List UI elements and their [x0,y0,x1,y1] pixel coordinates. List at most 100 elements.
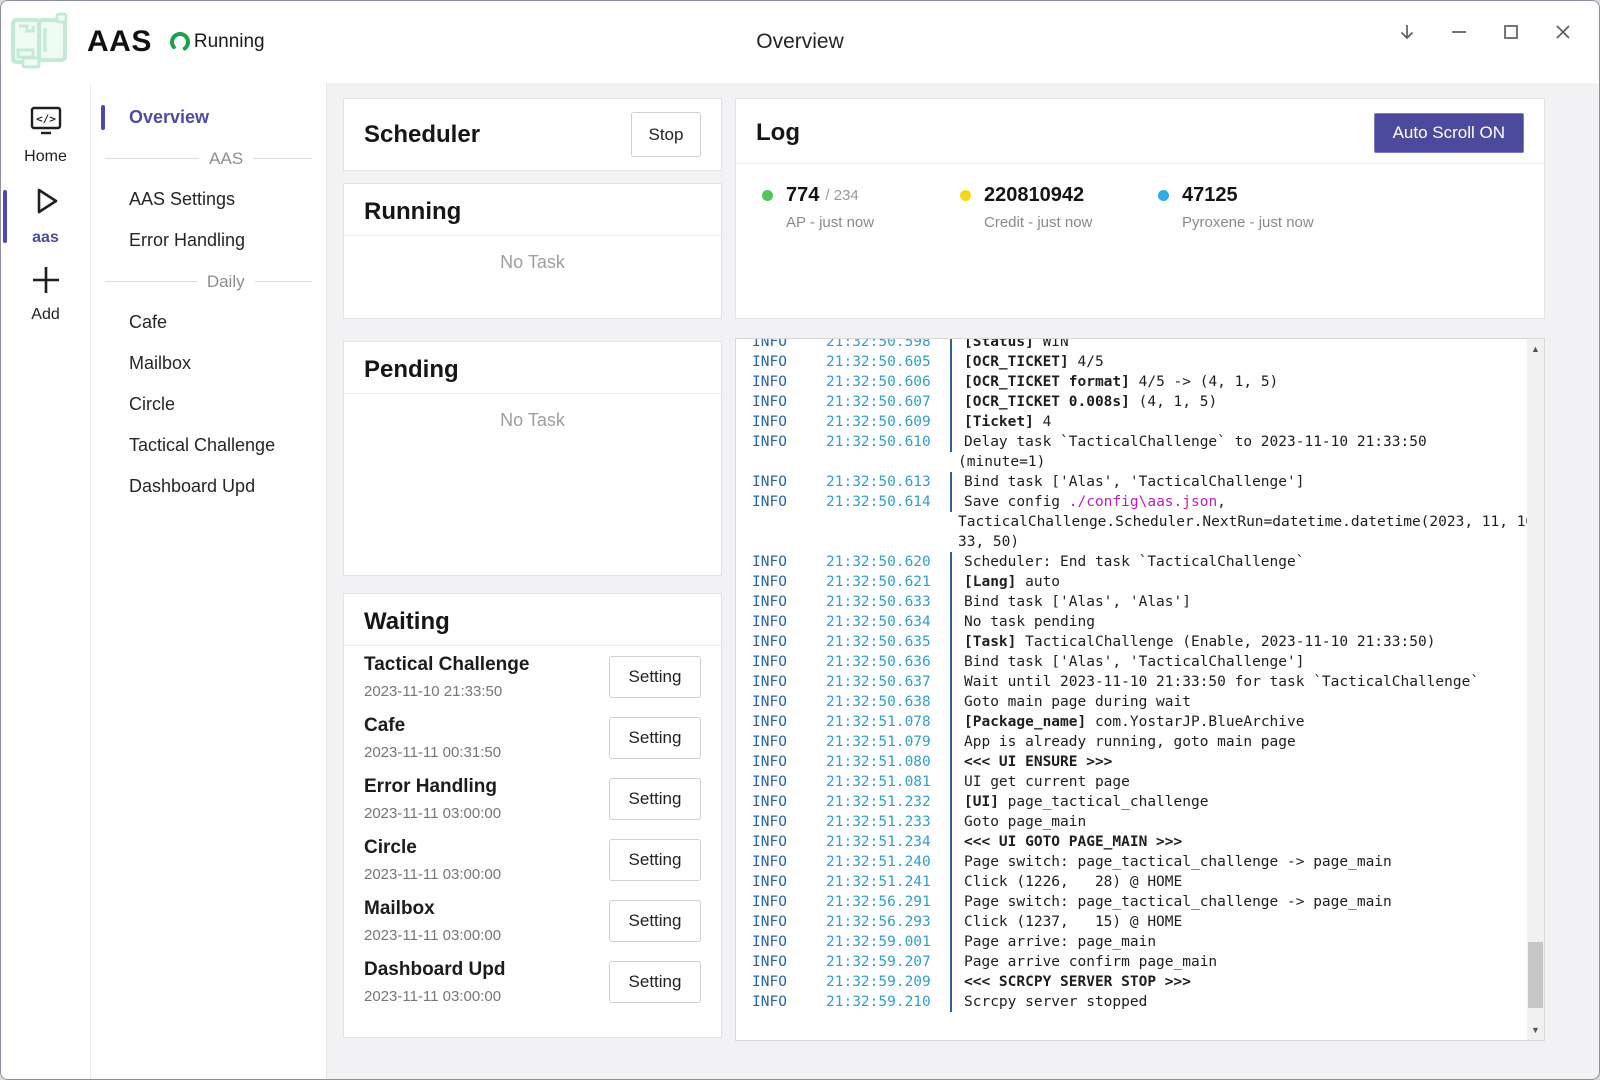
setting-button[interactable]: Setting [609,900,701,942]
subnav-section-label: AAS [209,149,243,169]
setting-button[interactable]: Setting [609,961,701,1003]
download-icon[interactable] [1381,9,1433,55]
icon-rail: </> Home aas Add [1,83,90,1079]
log-line: INFO21:32:50.637Wait until 2023-11-10 21… [744,672,1544,692]
log-level: INFO [744,912,826,932]
rail-item-home[interactable]: </> Home [1,97,90,176]
log-line: INFO21:32:50.620Scheduler: End task `Tac… [744,552,1544,572]
log-message: UI get current page [964,772,1130,792]
scrollbar-thumb[interactable] [1528,942,1543,1008]
log-message: Click (1226, 28) @ HOME [964,872,1182,892]
subnav-item-aas-settings[interactable]: AAS Settings [91,179,326,220]
running-card: Running No Task [343,183,722,319]
minimize-icon[interactable] [1433,9,1485,55]
log-message: <<< SCRCPY SERVER STOP >>> [964,972,1191,992]
auto-scroll-button[interactable]: Auto Scroll ON [1374,113,1524,153]
log-line: INFO21:32:51.233Goto page_main [744,812,1544,832]
scroll-up-icon[interactable]: ▲ [1527,341,1544,357]
log-timestamp: 21:32:51.232 [826,792,950,812]
waiting-task-list: Tactical Challenge2023-11-10 21:33:50Set… [344,646,721,1012]
setting-button[interactable]: Setting [609,778,701,820]
waiting-title: Waiting [364,608,450,635]
close-icon[interactable] [1537,9,1589,55]
log-line: INFO21:32:50.607[OCR_TICKET 0.008s] (4, … [744,392,1544,412]
setting-button[interactable]: Setting [609,839,701,881]
log-line: INFO21:32:50.598[Status] WIN [744,338,1544,352]
waiting-task-row: Dashboard Upd2023-11-11 03:00:00Setting [344,951,721,1012]
waiting-task-name: Circle [364,837,609,859]
subnav-item-tactical-challenge[interactable]: Tactical Challenge [91,425,326,466]
subnav-item-mailbox[interactable]: Mailbox [91,343,326,384]
log-separator [950,792,952,812]
log-line: INFO21:32:50.634No task pending [744,612,1544,632]
log-level: INFO [744,932,826,952]
log-separator [950,972,952,992]
log-separator [950,412,952,432]
rail-item-add[interactable]: Add [1,257,90,334]
waiting-task-time: 2023-11-11 03:00:00 [364,927,609,944]
log-line: INFO21:32:56.293Click (1237, 15) @ HOME [744,912,1544,932]
log-separator [950,812,952,832]
log-line: INFO21:32:51.232[UI] page_tactical_chall… [744,792,1544,812]
log-scrollbar[interactable]: ▲ ▼ [1527,339,1544,1040]
log-message: Bind task ['Alas', 'TacticalChallenge'] [964,652,1304,672]
log-title: Log [756,119,1374,147]
log-timestamp: 21:32:50.613 [826,472,950,492]
log-message: [OCR_TICKET format] 4/5 -> (4, 1, 5) [964,372,1278,392]
log-message: Wait until 2023-11-10 21:33:50 for task … [964,672,1479,692]
log-timestamp: 21:32:51.234 [826,832,950,852]
log-line: INFO21:32:50.614Save config ./config\aas… [744,492,1544,512]
log-timestamp: 21:32:50.605 [826,352,950,372]
subnav-item-circle[interactable]: Circle [91,384,326,425]
subnav-item-cafe[interactable]: Cafe [91,302,326,343]
subnav-section-label: Daily [207,272,245,292]
log-timestamp: 21:32:51.080 [826,752,950,772]
log-line: INFO21:32:59.210Scrcpy server stopped [744,992,1544,1012]
log-message: Goto page_main [964,812,1086,832]
waiting-task-name: Cafe [364,715,609,737]
pending-card: Pending No Task [343,341,722,576]
subnav-item-dashboard-upd[interactable]: Dashboard Upd [91,466,326,507]
app-logo-icon [9,10,73,75]
log-message: Delay task `TacticalChallenge` to 2023-1… [964,432,1427,452]
waiting-task-row: Cafe2023-11-11 00:31:50Setting [344,707,721,768]
maximize-icon[interactable] [1485,9,1537,55]
log-message: [Status] WIN [964,338,1069,352]
log-level: INFO [744,392,826,412]
log-line: INFO21:32:51.081UI get current page [744,772,1544,792]
rail-item-aas[interactable]: aas [1,176,90,257]
log-level: INFO [744,412,826,432]
log-level: INFO [744,432,826,452]
log-message: [Lang] auto [964,572,1060,592]
log-line: INFO21:32:50.609[Ticket] 4 [744,412,1544,432]
stat-label: Pyroxene - just now [1182,214,1356,231]
log-line: INFO21:32:59.209<<< SCRCPY SERVER STOP >… [744,972,1544,992]
waiting-task-time: 2023-11-11 03:00:00 [364,866,609,883]
stat-value: 774 [786,184,819,207]
subnav-item-error-handling[interactable]: Error Handling [91,220,326,261]
log-level: INFO [744,652,826,672]
log-line: INFO21:32:59.001Page arrive: page_main [744,932,1544,952]
log-message: No task pending [964,612,1095,632]
waiting-task-info: Mailbox2023-11-11 03:00:00 [364,898,609,944]
log-separator [950,732,952,752]
scroll-down-icon[interactable]: ▼ [1527,1022,1544,1038]
log-level: INFO [744,852,826,872]
stop-button[interactable]: Stop [631,112,701,157]
waiting-task-name: Error Handling [364,776,609,798]
waiting-task-name: Tactical Challenge [364,654,609,676]
log-line: INFO21:32:50.610Delay task `TacticalChal… [744,432,1544,452]
log-separator [950,832,952,852]
stat-label: Credit - just now [984,214,1158,231]
yellow-dot-icon [960,190,971,201]
stat-label: AP - just now [786,214,960,231]
log-line: INFO21:32:51.078[Package_name] com.Yosta… [744,712,1544,732]
log-timestamp: 21:32:51.241 [826,872,950,892]
setting-button[interactable]: Setting [609,717,701,759]
log-separator [950,572,952,592]
setting-button[interactable]: Setting [609,656,701,698]
subnav-item-overview[interactable]: Overview [91,97,326,138]
log-separator [950,552,952,572]
waiting-task-time: 2023-11-10 21:33:50 [364,683,609,700]
subnav-section-aas: AAS [91,138,326,179]
